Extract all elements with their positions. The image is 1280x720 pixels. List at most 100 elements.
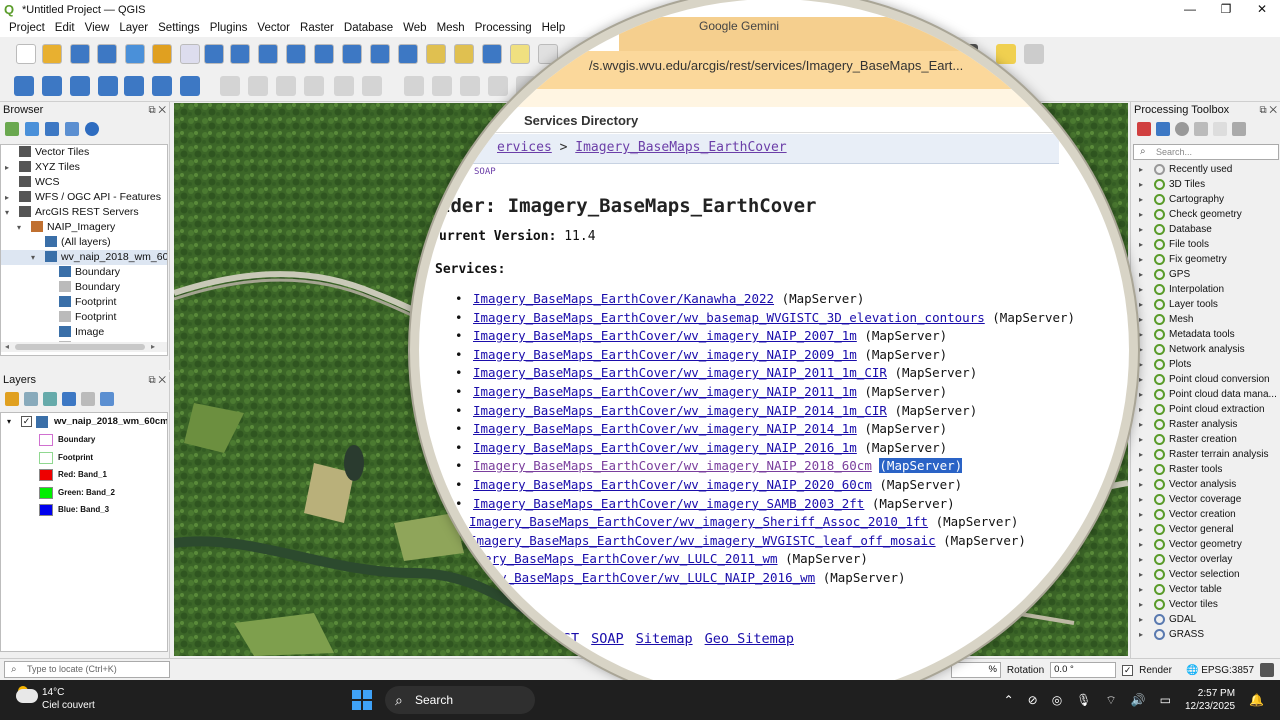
microphone-icon[interactable]: 🎙 bbox=[1076, 693, 1091, 707]
chevron-right-icon[interactable]: ▸ bbox=[1139, 372, 1143, 387]
add-group-icon[interactable] bbox=[24, 392, 38, 406]
network-off-icon[interactable]: ⊘ bbox=[1028, 693, 1038, 707]
zoom-full-icon[interactable] bbox=[314, 44, 334, 64]
chevron-down-icon[interactable]: ▾ bbox=[17, 220, 21, 235]
collapse-arrow-icon[interactable]: ▾ bbox=[7, 413, 11, 431]
wifi-icon[interactable]: ⌔ bbox=[1105, 693, 1116, 708]
processing-group[interactable]: ▸ Cartography bbox=[1133, 192, 1279, 207]
browser-item[interactable]: Boundary bbox=[1, 265, 167, 280]
browser-item[interactable]: Image bbox=[1, 325, 167, 340]
processing-group[interactable]: ▸ Point cloud conversion bbox=[1133, 372, 1279, 387]
add-raster-icon[interactable] bbox=[42, 76, 62, 96]
service-link[interactable]: Imagery_BaseMaps_EarthCover/Kanawha_2022 bbox=[473, 291, 774, 306]
chevron-right-icon[interactable]: ▸ bbox=[1139, 162, 1143, 177]
chevron-right-icon[interactable]: ▸ bbox=[1139, 492, 1143, 507]
processing-group[interactable]: ▸ 3D Tiles bbox=[1133, 177, 1279, 192]
close-button[interactable]: ✕ bbox=[1244, 0, 1280, 19]
panel-float-close-icons[interactable]: ⧉ ✕ bbox=[148, 103, 166, 119]
breadcrumb-home-link[interactable]: ervices bbox=[497, 140, 552, 155]
locator-input[interactable]: ⌕ Type to locate (Ctrl+K) bbox=[4, 661, 170, 678]
minimize-button[interactable]: — bbox=[1172, 0, 1208, 19]
edit-pencil-icon[interactable] bbox=[248, 76, 268, 96]
browser-item[interactable]: Footprint bbox=[1, 310, 167, 325]
chevron-right-icon[interactable]: ▸ bbox=[1139, 477, 1143, 492]
processing-group[interactable]: ▸ Vector table bbox=[1133, 582, 1279, 597]
processing-group[interactable]: ▸ Vector analysis bbox=[1133, 477, 1279, 492]
save-project-icon[interactable] bbox=[70, 44, 90, 64]
browser-item[interactable]: Vector Tiles bbox=[1, 145, 167, 160]
style-icon[interactable] bbox=[5, 392, 19, 406]
chevron-right-icon[interactable]: ▸ bbox=[1139, 357, 1143, 372]
processing-group[interactable]: ▸ Raster tools bbox=[1133, 462, 1279, 477]
browser-item[interactable]: ▾ wv_naip_2018_wm_60 bbox=[1, 250, 167, 265]
soap-link[interactable]: SOAP bbox=[474, 167, 496, 177]
menu-item-edit[interactable]: Edit bbox=[50, 22, 80, 34]
chevron-right-icon[interactable]: ▸ bbox=[1139, 552, 1143, 567]
service-link[interactable]: Imagery_BaseMaps_EarthCover/wv_imagery_N… bbox=[473, 347, 857, 362]
browser-item[interactable]: ▸ WFS / OGC API - Features bbox=[1, 190, 167, 205]
processing-search-input[interactable]: ⌕ Search... bbox=[1133, 144, 1279, 160]
add-feature-icon[interactable] bbox=[304, 76, 324, 96]
zoom-out-icon[interactable] bbox=[286, 44, 306, 64]
vertex-tool-icon[interactable] bbox=[334, 76, 354, 96]
browser-item[interactable]: ▾ NAIP_Imagery bbox=[1, 220, 167, 235]
toggle-editing-icon[interactable] bbox=[220, 76, 240, 96]
chevron-down-icon[interactable]: ▾ bbox=[31, 250, 35, 265]
new-project-icon[interactable] bbox=[16, 44, 36, 64]
menu-item-layer[interactable]: Layer bbox=[114, 22, 153, 34]
browser-item[interactable]: (All layers) bbox=[1, 235, 167, 250]
visibility-icon[interactable] bbox=[43, 392, 57, 406]
processing-group[interactable]: ▸ Metadata tools bbox=[1133, 327, 1279, 342]
refresh-icon[interactable] bbox=[25, 122, 39, 136]
chevron-right-icon[interactable]: ▸ bbox=[1139, 282, 1143, 297]
processing-group[interactable]: ▸ GDAL bbox=[1133, 612, 1279, 627]
browser-tab[interactable]: Google Gemini bbox=[619, 17, 1039, 51]
layout-manager-icon[interactable] bbox=[152, 44, 172, 64]
expand-all-icon[interactable] bbox=[100, 392, 114, 406]
chevron-right-icon[interactable]: ▸ bbox=[1139, 327, 1143, 342]
service-link[interactable]: Imagery_BaseMaps_EarthCover/wv_imagery_N… bbox=[473, 403, 887, 418]
pan-to-selection-icon[interactable] bbox=[230, 44, 250, 64]
filter-legend-icon[interactable] bbox=[62, 392, 76, 406]
layer-visibility-checkbox[interactable]: ✓ bbox=[21, 416, 32, 427]
chevron-right-icon[interactable]: ▸ bbox=[1139, 192, 1143, 207]
info-icon[interactable] bbox=[85, 122, 99, 136]
chevron-right-icon[interactable]: ▸ bbox=[1139, 417, 1143, 432]
breadcrumb-current-link[interactable]: Imagery_BaseMaps_EarthCover bbox=[575, 140, 786, 155]
processing-group[interactable]: ▸ GPS bbox=[1133, 267, 1279, 282]
sync-icon[interactable]: ◎ bbox=[1052, 693, 1062, 707]
chevron-right-icon[interactable]: ▸ bbox=[1139, 222, 1143, 237]
scripts-icon[interactable] bbox=[1156, 122, 1170, 136]
add-selected-icon[interactable] bbox=[5, 122, 19, 136]
menu-item-raster[interactable]: Raster bbox=[295, 22, 339, 34]
processing-group[interactable]: ▸ Database bbox=[1133, 222, 1279, 237]
chevron-right-icon[interactable]: ▸ bbox=[1139, 567, 1143, 582]
crs-button[interactable]: 🌐 EPSG:3857 bbox=[1186, 665, 1254, 676]
service-link[interactable]: Imagery_BaseMaps_EarthCover/wv_imagery_N… bbox=[473, 384, 857, 399]
service-link[interactable]: Imagery_BaseMaps_EarthCover/wv_imagery_N… bbox=[473, 458, 872, 473]
save-edits-icon[interactable] bbox=[276, 76, 296, 96]
service-link[interactable]: agery_BaseMaps_EarthCover/wv_LULC_NAIP_2… bbox=[469, 570, 815, 585]
menu-item-vector[interactable]: Vector bbox=[252, 22, 295, 34]
menu-item-plugins[interactable]: Plugins bbox=[205, 22, 253, 34]
add-wfs-icon[interactable] bbox=[180, 76, 200, 96]
chevron-right-icon[interactable]: ▸ bbox=[1139, 267, 1143, 282]
processing-group[interactable]: ▸ Vector general bbox=[1133, 522, 1279, 537]
processing-group[interactable]: ▸ GRASS bbox=[1133, 627, 1279, 642]
filter-icon[interactable] bbox=[45, 122, 59, 136]
browser-item[interactable]: Footprint bbox=[1, 295, 167, 310]
scroll-left-icon[interactable]: ◂ bbox=[5, 342, 9, 351]
panel-float-close-icons[interactable]: ⧉ ✕ bbox=[1259, 103, 1277, 119]
chevron-right-icon[interactable]: ▸ bbox=[5, 160, 9, 175]
chevron-right-icon[interactable]: ▸ bbox=[1139, 297, 1143, 312]
clock[interactable]: 2:57 PM 12/23/2025 bbox=[1185, 687, 1235, 713]
processing-group[interactable]: ▸ Raster terrain analysis bbox=[1133, 447, 1279, 462]
panel-float-close-icons[interactable]: ⧉ ✕ bbox=[148, 373, 166, 389]
add-spatialite-icon[interactable] bbox=[124, 76, 144, 96]
chevron-right-icon[interactable]: ▸ bbox=[1139, 207, 1143, 222]
processing-group[interactable]: ▸ Point cloud extraction bbox=[1133, 402, 1279, 417]
scrollbar-thumb[interactable] bbox=[15, 344, 145, 350]
chevron-right-icon[interactable]: ▸ bbox=[1139, 237, 1143, 252]
processing-group[interactable]: ▸ Network analysis bbox=[1133, 342, 1279, 357]
volume-icon[interactable]: 🔊 bbox=[1131, 693, 1146, 707]
